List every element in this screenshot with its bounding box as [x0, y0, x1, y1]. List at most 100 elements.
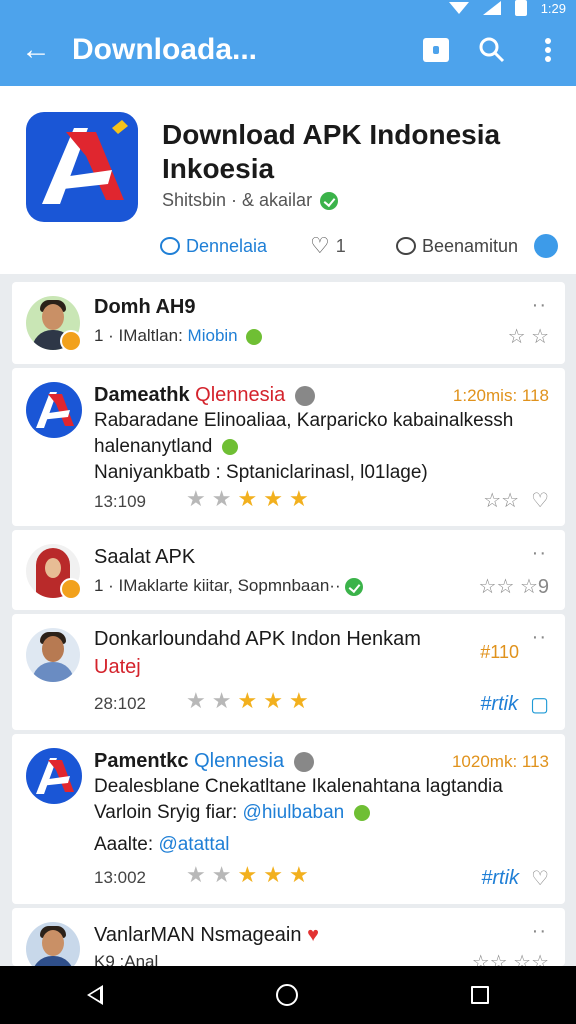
more-options-icon[interactable]: ·· [532, 626, 547, 649]
post-author-tag: Qlennesia [194, 750, 285, 772]
wifi-icon [448, 2, 469, 14]
list-item[interactable]: Saalat APK 1 · IMaklarte kiitar, Sopmnba… [12, 530, 565, 610]
header-actions: Dennelaia ♡ 1 Beenamitun [160, 232, 560, 260]
post-stats: 1:20mis: 118 [452, 386, 549, 405]
mention-link[interactable]: @atattal [158, 834, 229, 855]
share-icon[interactable] [534, 234, 559, 258]
more-options-button[interactable]: ·· [532, 542, 547, 565]
nav-back-icon[interactable] [86, 985, 103, 1005]
verified-icon [320, 191, 339, 210]
like-action[interactable]: ♡ 1 [310, 235, 396, 257]
post-body-line: Dealesblane Cnekatltane Ikalenahtana lag… [94, 776, 503, 797]
star-outline-icon: ☆ ☆ [507, 326, 549, 348]
rating-stars: ★★★★★ [186, 486, 315, 512]
app-bar-title: Downloada... [72, 33, 258, 66]
more-vert-icon[interactable] [520, 37, 576, 63]
leaf-icon [246, 328, 263, 345]
star-filled-icon: ★ [237, 688, 264, 713]
more-options-button[interactable]: ·· [532, 920, 547, 943]
folder-icon[interactable]: ▢ [530, 692, 549, 717]
star-filled-icon: ★ [288, 486, 315, 511]
heart-icon[interactable]: ♡ [531, 488, 549, 513]
star-outline-icon: ☆☆ ☆9 [478, 576, 549, 598]
app-avatar [26, 382, 82, 438]
star-empty-icon: ★ [186, 862, 212, 887]
post-meta-text: 1 · IMaklarte kiitar, Sopmnbaan·· [94, 576, 341, 595]
post-body-line: halenanytland [94, 436, 238, 458]
more-options-button[interactable]: ·· [532, 294, 547, 317]
avatar [26, 628, 80, 682]
post-author-name: Dameathk [94, 384, 190, 406]
star-filled-icon: ★ [237, 486, 264, 511]
leaf-icon [353, 804, 370, 821]
app-title: Download APK Indonesia Inkoesia [162, 119, 501, 184]
nav-home-icon[interactable] [275, 984, 298, 1006]
list-item[interactable]: VanlarMAN Nsmageain ♥ K9 :Anal ·· ☆☆ ☆☆ [12, 908, 565, 966]
list-item[interactable]: Dameathk Qlennesia 1:20mis: 118 Rabarada… [12, 368, 565, 526]
star-outline-icon[interactable]: ☆☆ [483, 488, 519, 513]
post-actions: #rtik ▢ [480, 692, 549, 717]
status-time: 1:29 [540, 0, 566, 16]
star-icons[interactable]: ☆☆ ☆9 [479, 574, 549, 599]
post-body-line: Aaalte: @atattal [94, 834, 229, 856]
list-item[interactable]: Donkarloundahd APK Indon Henkam Uatej #1… [12, 614, 565, 730]
badge-icon [60, 330, 82, 352]
post-time: 28:102 [94, 694, 146, 713]
mention-link[interactable]: @hiulbaban [243, 802, 345, 823]
post-actions: #rtik ♡ [481, 866, 549, 891]
hashtag-link[interactable]: #rtik [481, 867, 519, 890]
post-meta-text: 1 · IMaltlan: [94, 326, 183, 345]
star-filled-icon: ★ [288, 688, 315, 713]
post-author: Saalat APK [94, 546, 196, 568]
like-count: 1 [335, 235, 346, 256]
nav-recents-icon[interactable] [471, 986, 490, 1004]
system-nav-bar [0, 966, 576, 1024]
star-empty-icon: ★ [186, 486, 212, 511]
search-icon[interactable] [464, 36, 520, 64]
verified-icon [294, 385, 315, 406]
comment-icon [160, 237, 180, 255]
star-half-icon: ★ [263, 862, 289, 887]
post-meta: 1 · IMaltlan: Miobin [94, 326, 263, 346]
star-icons[interactable]: ☆☆ ☆☆ [472, 950, 549, 966]
star-empty-icon: ★ [211, 486, 238, 511]
post-body-text: halenanytland [94, 436, 213, 457]
hashtag-link[interactable]: #rtik [480, 693, 518, 716]
post-time: 13:002 [94, 868, 146, 887]
star-empty-icon: ★ [211, 688, 238, 713]
heart-icon: ♡ [310, 233, 330, 258]
app-bar: 1:29 ← Downloada... [0, 0, 576, 86]
app-subtitle-text: Shitsbin · & akailar [162, 190, 313, 210]
comment-icon [396, 237, 416, 255]
post-body-line: Naniyankbatb : Sptaniclarinasl, l01lage) [94, 462, 428, 483]
star-filled-icon: ★ [288, 862, 315, 887]
post-author: VanlarMAN Nsmageain ♥ [94, 924, 319, 947]
list-item[interactable]: Pamentkc Qlennesia 1020mk: 113 Dealesbla… [12, 734, 565, 904]
reply-action[interactable]: Beenamitun [396, 234, 559, 258]
app-logo [26, 112, 138, 222]
star-half-icon: ★ [263, 688, 289, 713]
comment-action-label: Dennelaia [186, 235, 268, 256]
arrow-back-icon[interactable]: ← [0, 33, 72, 67]
post-author-name: Pamentkc [94, 750, 189, 772]
post-time: 13:109 [94, 492, 146, 511]
heart-icon[interactable]: ♡ [531, 866, 549, 891]
star-icons[interactable]: ☆ ☆ [508, 324, 549, 349]
post-stats: 1020mk: 113 [451, 752, 549, 771]
verified-icon [345, 577, 364, 596]
post-meta-link[interactable]: Miobin [188, 326, 238, 345]
post-author: Domh AH9 [94, 296, 196, 318]
list-item[interactable]: Domh AH9 1 · IMaltlan: Miobin ·· ☆ ☆ [12, 282, 565, 364]
signal-icon [482, 1, 501, 15]
verified-icon [293, 751, 314, 772]
star-empty-icon: ★ [186, 688, 212, 713]
comment-action[interactable]: Dennelaia [160, 236, 310, 257]
app-subtitle: Shitsbin · & akailar [162, 190, 339, 211]
post-meta: K9 :Anal [94, 952, 159, 966]
lock-icon[interactable] [408, 38, 464, 62]
post-stats: #110 [480, 642, 519, 662]
rating-stars: ★★★★★ [186, 688, 315, 714]
post-author: Pamentkc Qlennesia [94, 750, 314, 773]
post-body-line: Rabaradane Elinoaliaa, Karparicko kabain… [94, 410, 514, 431]
post-body-text: Varloin Sryig fiar: [94, 802, 238, 823]
